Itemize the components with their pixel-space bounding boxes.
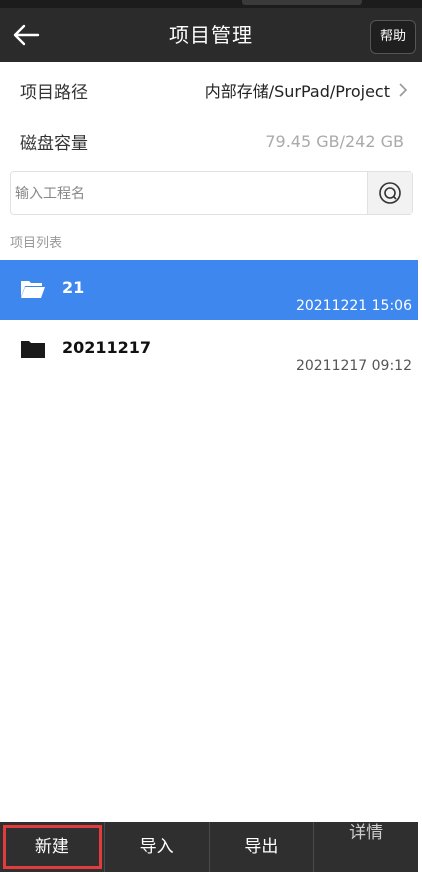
bottom-toolbar: 新建 导入 导出 详情 bbox=[0, 822, 418, 872]
details-label: 详情 bbox=[349, 823, 384, 843]
details-button[interactable]: 详情 bbox=[314, 822, 418, 872]
project-name: 20211217 bbox=[62, 338, 152, 357]
app-header: 项目管理 帮助 bbox=[0, 8, 422, 62]
search-box bbox=[10, 171, 413, 216]
project-path-label: 项目路径 bbox=[20, 82, 88, 103]
status-icons bbox=[242, 0, 362, 5]
disk-capacity-row: 磁盘容量 79.45 GB/242 GB bbox=[0, 118, 422, 164]
project-path-value: 内部存储/SurPad/Project bbox=[204, 82, 390, 101]
search-icon bbox=[379, 182, 401, 204]
chevron-right-icon bbox=[399, 83, 408, 97]
project-time: 20211221 15:06 bbox=[295, 298, 412, 314]
back-button[interactable] bbox=[6, 15, 46, 55]
project-list-item[interactable]: 21 20211221 15:06 bbox=[0, 260, 418, 320]
search-button[interactable] bbox=[367, 172, 412, 214]
project-list-item[interactable]: 20211217 20211217 09:12 bbox=[0, 320, 418, 380]
project-search-input[interactable] bbox=[13, 172, 372, 216]
status-bar bbox=[0, 0, 422, 8]
project-time: 20211217 09:12 bbox=[295, 358, 412, 374]
project-path-row[interactable]: 项目路径 内部存储/SurPad/Project bbox=[0, 67, 422, 113]
project-name: 21 bbox=[62, 278, 85, 297]
project-path-value-wrap: 内部存储/SurPad/Project bbox=[205, 78, 408, 102]
new-project-button[interactable]: 新建 bbox=[0, 822, 105, 872]
project-list-label: 项目列表 bbox=[10, 236, 63, 251]
help-button[interactable]: 帮助 bbox=[370, 20, 416, 54]
disk-capacity-value: 79.45 GB/242 GB bbox=[265, 131, 404, 151]
export-button[interactable]: 导出 bbox=[210, 822, 315, 872]
folder-icon bbox=[21, 341, 45, 358]
import-button[interactable]: 导入 bbox=[105, 822, 210, 872]
folder-open-icon bbox=[21, 281, 45, 298]
page-title: 项目管理 bbox=[169, 23, 253, 47]
arrow-left-icon bbox=[13, 24, 40, 46]
disk-capacity-label: 磁盘容量 bbox=[20, 133, 88, 154]
